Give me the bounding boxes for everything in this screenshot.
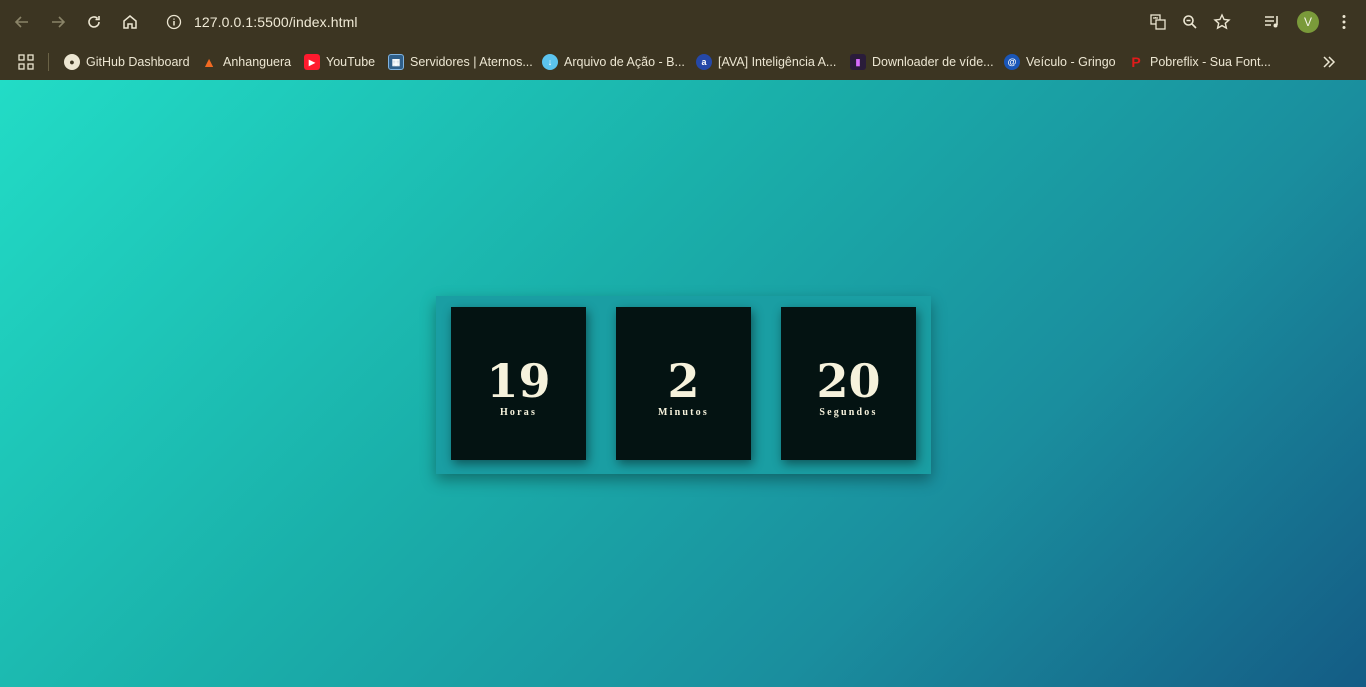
seconds-value: 20	[816, 354, 881, 408]
address-bar[interactable]: 127.0.0.1:5500/index.html	[158, 6, 1128, 38]
browser-toolbar: 127.0.0.1:5500/index.html V	[0, 0, 1366, 44]
chevron-double-right-icon[interactable]	[1320, 53, 1338, 71]
playlist-icon	[1265, 16, 1278, 28]
url-text[interactable]: 127.0.0.1:5500/index.html	[194, 14, 358, 30]
github-icon: ●	[64, 54, 80, 70]
media-button[interactable]	[1258, 8, 1286, 36]
arrow-left-icon	[14, 16, 28, 28]
reload-icon	[88, 16, 100, 28]
bookmark-label: Downloader de víde...	[872, 55, 994, 69]
bookmarks-bar: ● GitHub Dashboard ▲ Anhanguera ▶ YouTub…	[0, 44, 1366, 80]
minutes-value: 2	[667, 354, 700, 408]
bookmark-ava[interactable]: a [AVA] Inteligência A...	[696, 51, 836, 73]
bookmark-label: YouTube	[326, 55, 376, 69]
countdown-panel: 19 Horas 2 Minutos 20 Segundos	[436, 296, 931, 474]
reload-button[interactable]	[80, 8, 108, 36]
translate-icon	[1150, 14, 1166, 30]
seconds-label: Segundos	[819, 407, 878, 418]
bookmark-label: [AVA] Inteligência A...	[718, 55, 837, 69]
arquivo-icon: ↓	[542, 54, 558, 70]
more-vertical-icon	[1342, 15, 1346, 29]
bookmark-downloader[interactable]: ▮ Downloader de víde...	[850, 51, 994, 73]
bookmark-label: Anhanguera	[223, 55, 292, 69]
home-icon	[123, 15, 137, 29]
profile-avatar[interactable]: V	[1297, 11, 1319, 33]
seconds-box: 20 Segundos	[781, 307, 916, 460]
pobreflix-icon: P	[1131, 54, 1141, 70]
home-button[interactable]	[116, 8, 144, 36]
menu-button[interactable]	[1330, 8, 1358, 36]
page-background: 19 Horas 2 Minutos 20 Segundos	[0, 80, 1366, 687]
bookmark-star-button[interactable]	[1208, 8, 1236, 36]
hours-box: 19 Horas	[451, 307, 586, 460]
back-button[interactable]	[8, 8, 36, 36]
bookmark-label: Arquivo de Ação - B...	[564, 55, 685, 69]
bookmark-pobreflix[interactable]: P Pobreflix - Sua Font...	[1128, 51, 1271, 73]
arrow-right-icon	[52, 16, 66, 28]
apps-grid-icon[interactable]	[17, 53, 35, 71]
bookmark-arquivo[interactable]: ↓ Arquivo de Ação - B...	[542, 51, 685, 73]
hours-label: Horas	[499, 407, 538, 418]
bookmark-aternos[interactable]: ▦ Servidores | Aternos...	[388, 51, 533, 73]
bookmark-label: Pobreflix - Sua Font...	[1150, 55, 1271, 69]
forward-button[interactable]	[44, 8, 72, 36]
bookmark-gringo[interactable]: @ Veículo - Gringo	[1004, 51, 1116, 73]
youtube-icon: ▶	[304, 54, 320, 70]
bookmark-label: GitHub Dashboard	[86, 55, 190, 69]
minutes-box: 2 Minutos	[616, 307, 751, 460]
aternos-icon: ▦	[388, 54, 404, 70]
info-icon[interactable]	[166, 14, 182, 30]
bookmark-anhanguera[interactable]: ▲ Anhanguera	[201, 51, 291, 73]
ava-icon: a	[696, 54, 712, 70]
translate-button[interactable]	[1144, 8, 1172, 36]
hours-value: 19	[486, 354, 551, 408]
bookmarks-separator	[48, 53, 49, 71]
downloader-icon: ▮	[850, 54, 866, 70]
bookmark-label: Servidores | Aternos...	[410, 55, 533, 69]
gringo-icon: @	[1004, 54, 1020, 70]
minutes-label: Minutos	[658, 407, 709, 418]
anhanguera-icon: ▲	[202, 54, 216, 70]
star-icon	[1213, 13, 1231, 30]
bookmark-youtube[interactable]: ▶ YouTube	[304, 51, 375, 73]
zoom-icon	[1183, 15, 1197, 29]
zoom-button[interactable]	[1176, 8, 1204, 36]
bookmark-label: Veículo - Gringo	[1026, 55, 1116, 69]
bookmark-github[interactable]: ● GitHub Dashboard	[64, 51, 190, 73]
